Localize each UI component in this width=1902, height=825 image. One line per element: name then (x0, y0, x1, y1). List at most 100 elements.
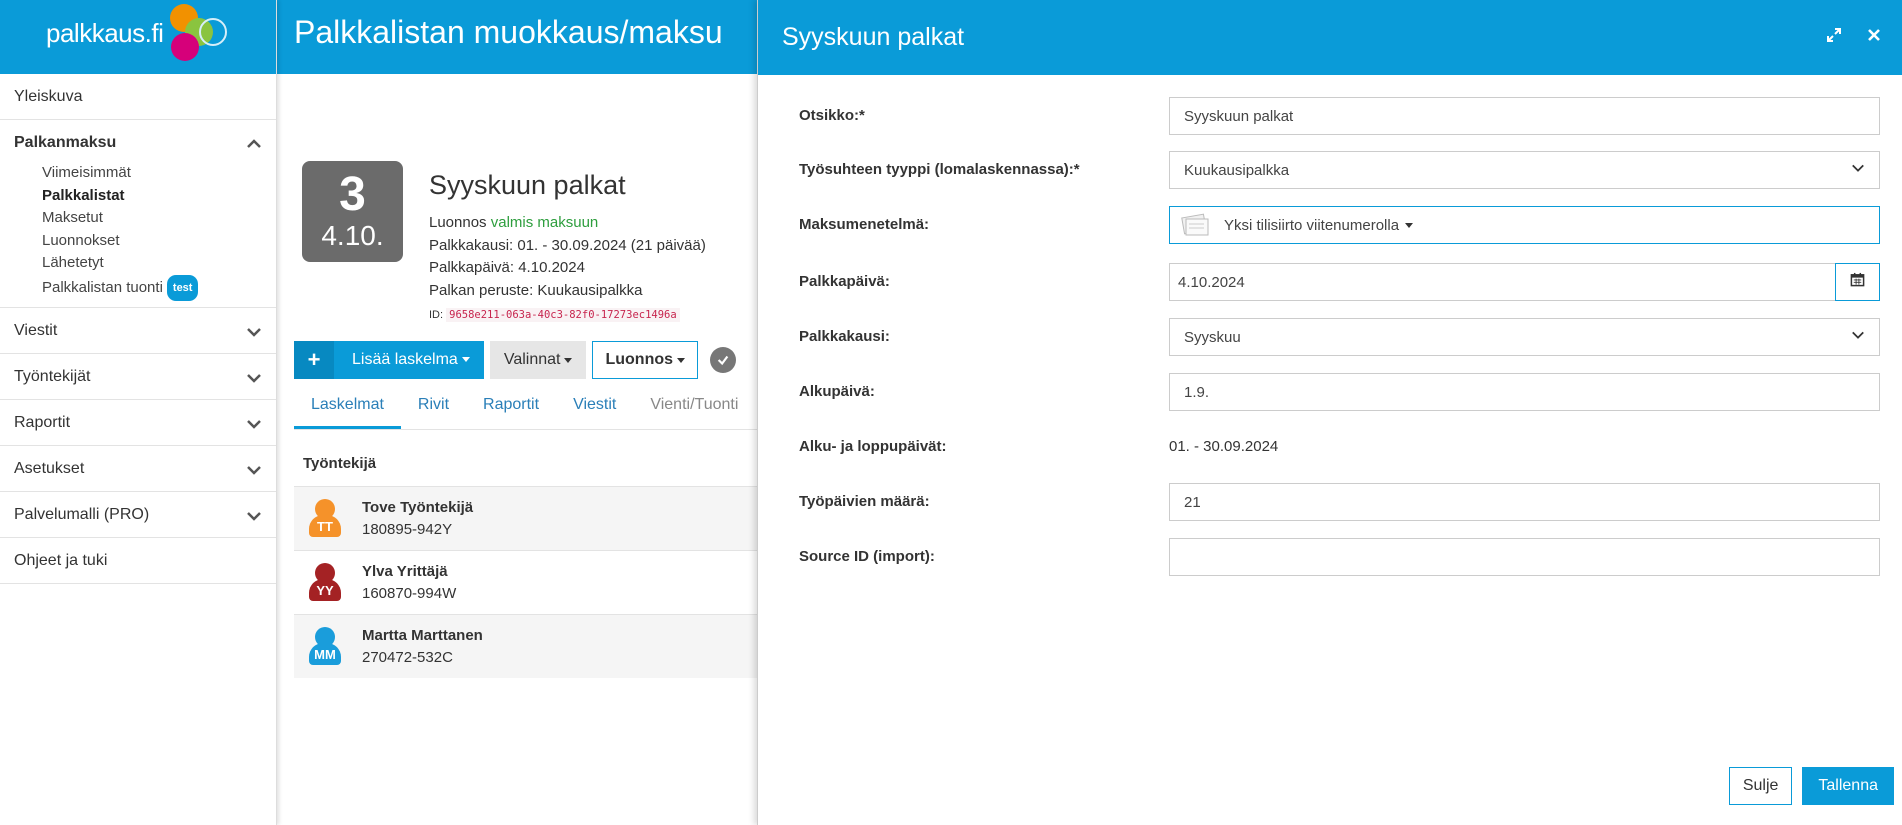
add-text: Lisää laskelma (352, 351, 458, 368)
chevron-down-icon (246, 416, 261, 430)
nav-label: Työntekijät (14, 367, 91, 385)
range-value: 01. - 30.09.2024 (1169, 438, 1279, 455)
start-label: Alkupäivä: (799, 383, 875, 400)
period-value: Syyskuu (1184, 328, 1241, 346)
title-label: Otsikko:* (799, 107, 865, 124)
source-id-label: Source ID (import): (799, 548, 935, 565)
tab-raportit[interactable]: Raportit (466, 385, 556, 429)
expand-icon[interactable] (1826, 27, 1842, 48)
chevron-down-icon (246, 324, 261, 338)
title-input[interactable] (1169, 97, 1880, 135)
period-select[interactable]: Syyskuu (1169, 318, 1880, 356)
emp-type-select[interactable]: Kuukausipalkka (1169, 151, 1880, 189)
chevron-up-icon (246, 136, 261, 150)
subnav-import-label: Palkkalistan tuonti (42, 278, 163, 296)
avatar: YY (308, 561, 342, 605)
chevron-down-icon (1851, 161, 1865, 179)
nav-label: Viestit (14, 321, 58, 339)
caret-down-icon (564, 357, 573, 363)
period-label: Palkkakausi: (799, 328, 890, 345)
dialog-icons (1826, 27, 1882, 48)
nav-asetukset[interactable]: Asetukset (0, 446, 276, 492)
calendar-button[interactable] (1835, 263, 1880, 301)
save-button[interactable]: Tallenna (1802, 767, 1894, 805)
employee-ssn: 160870-994W (362, 584, 457, 602)
subnav-import[interactable]: Palkkalistan tuonti test (42, 274, 276, 301)
employee-name: Ylva Yrittäjä (362, 562, 448, 580)
nav-label: Asetukset (14, 459, 85, 477)
logo-text[interactable]: palkkaus.fi (46, 18, 164, 49)
draft-status-button[interactable]: Luonnos (592, 341, 699, 379)
employee-ssn: 180895-942Y (362, 520, 453, 538)
check-icon[interactable] (710, 347, 737, 373)
workdays-input[interactable] (1169, 483, 1880, 521)
avatar-initials: YY (309, 578, 341, 601)
chevron-down-icon (246, 370, 261, 384)
employee-column-header: Työntekijä (303, 455, 377, 472)
employee-name: Martta Marttanen (362, 626, 483, 644)
emp-type-value: Kuukausipalkka (1184, 161, 1290, 179)
nav-viestit[interactable]: Viestit (0, 308, 276, 354)
tab-bar: Laskelmat Rivit Raportit Viestit Vienti/… (294, 385, 757, 430)
nav-raportit[interactable]: Raportit (0, 400, 276, 446)
source-id-input[interactable] (1169, 538, 1880, 576)
nav-ohjeet[interactable]: Ohjeet ja tuki (0, 538, 276, 584)
close-button[interactable]: Sulje (1728, 767, 1793, 805)
subnav-lists[interactable]: Palkkalistat (42, 185, 276, 208)
add-calculation-button[interactable]: + Lisää laskelma (294, 341, 484, 379)
dialog-footer: Sulje Tallenna (1728, 767, 1894, 805)
pay-method-select[interactable]: Yksi tilisiirto viitenumerolla (1169, 206, 1880, 244)
pay-date-input[interactable]: 4.10.2024 (1169, 263, 1835, 301)
plus-icon: + (294, 341, 334, 379)
pay-method-label: Maksumenetelmä: (799, 216, 930, 233)
tab-rivit[interactable]: Rivit (401, 385, 466, 429)
caret-down-icon (1405, 222, 1414, 228)
avatar-initials: TT (309, 514, 341, 537)
pay-date-label: Palkkapäivä: (799, 273, 890, 290)
table-row[interactable]: YY Ylva Yrittäjä 160870-994W (294, 550, 757, 614)
employee-list: TT Tove Työntekijä 180895-942Y YY Ylva Y… (294, 486, 757, 678)
subnav-latest[interactable]: Viimeisimmät (42, 162, 276, 185)
avatar: TT (308, 497, 342, 541)
basis-line: Palkan peruste: Kuukausipalkka (429, 281, 643, 299)
period-line: Palkkakausi: 01. - 30.09.2024 (21 päivää… (429, 236, 706, 254)
subnav-sent[interactable]: Lähetetyt (42, 252, 276, 275)
date-tile: 3 4.10. (302, 161, 403, 262)
main-content: Palkkalistan muokkaus/maksu 3 4.10. Syys… (277, 0, 757, 825)
range-label: Alku- ja loppupäivät: (799, 438, 947, 455)
add-label: Lisää laskelma (334, 351, 484, 369)
form-row-pay-method: Maksumenetelmä: Yksi tilisiirto viitenum… (758, 206, 1902, 244)
dialog-title: Syyskuun palkat (782, 23, 965, 51)
close-icon[interactable] (1866, 27, 1882, 48)
subnav-drafts[interactable]: Luonnokset (42, 230, 276, 253)
payroll-title: Syyskuun palkat (429, 170, 626, 200)
nav-yleiskuva[interactable]: Yleiskuva (0, 74, 276, 120)
logo-circle-outline (199, 18, 227, 46)
avatar-initials: MM (309, 642, 341, 665)
table-row[interactable]: MM Martta Marttanen 270472-532C (294, 614, 757, 678)
tab-vienti-tuonti[interactable]: Vienti/Tuonti (633, 385, 755, 429)
form-row-workdays: Työpäivien määrä: (758, 483, 1902, 521)
form-row-source: Source ID (import): (758, 538, 1902, 576)
tab-viestit[interactable]: Viestit (556, 385, 633, 429)
nav-palvelumalli[interactable]: Palvelumalli (PRO) (0, 492, 276, 538)
nav-label: Palkanmaksu (14, 134, 117, 151)
employee-info: Martta Marttanen 270472-532C (362, 625, 483, 669)
start-date-input[interactable] (1169, 373, 1880, 411)
employee-info: Ylva Yrittäjä 160870-994W (362, 561, 456, 605)
status-line: Luonnos valmis maksuun (429, 212, 706, 235)
subnav-paid[interactable]: Maksetut (42, 207, 276, 230)
bank-transfer-icon (1180, 212, 1210, 238)
options-button[interactable]: Valinnat (489, 341, 587, 379)
table-row[interactable]: TT Tove Työntekijä 180895-942Y (294, 486, 757, 550)
payroll-info: Syyskuun palkat Luonnos valmis maksuun P… (429, 168, 706, 327)
form-row-pay-date: Palkkapäivä: 4.10.2024 (758, 263, 1902, 301)
tab-laskelmat[interactable]: Laskelmat (294, 385, 401, 429)
dialog-header: Syyskuun palkat (758, 0, 1902, 75)
nav-palkanmaksu[interactable]: Palkanmaksu (0, 120, 276, 166)
avatar: MM (308, 625, 342, 669)
page-title: Palkkalistan muokkaus/maksu (277, 0, 757, 74)
tile-date: 4.10. (321, 220, 384, 251)
nav-label: Yleiskuva (14, 87, 83, 105)
nav-tyontekijat[interactable]: Työntekijät (0, 354, 276, 400)
